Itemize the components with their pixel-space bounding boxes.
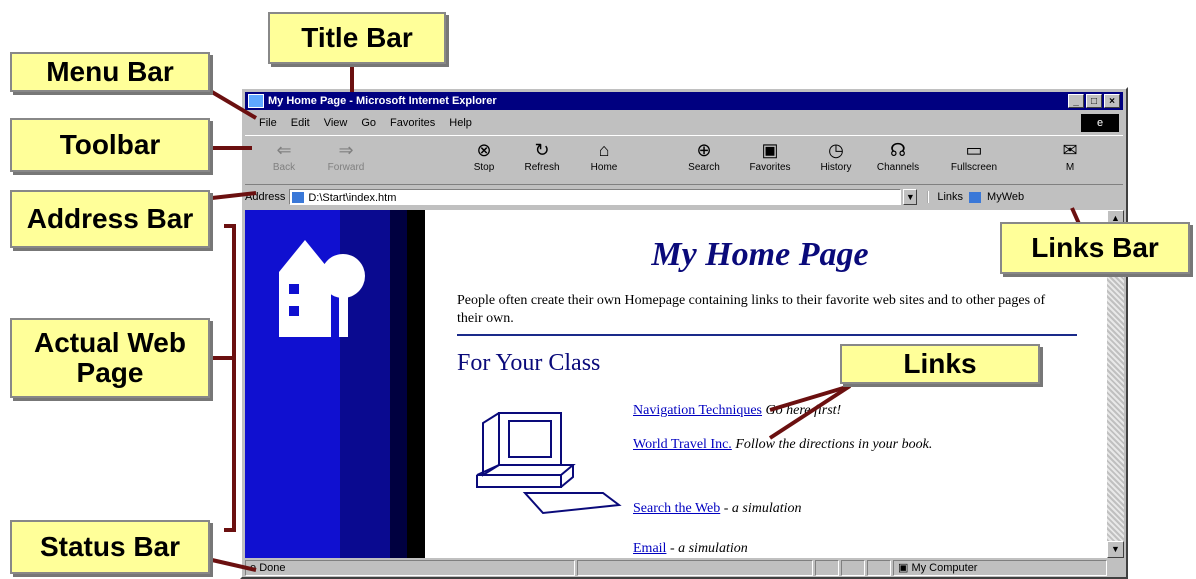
link-navigation-techniques[interactable]: Navigation Techniques [633,403,762,418]
links-item[interactable]: MyWeb [987,191,1024,203]
menu-file[interactable]: File [259,117,277,129]
item-description: Follow the directions in your book. [731,437,933,452]
toolbar-button-m[interactable]: ✉ M [1041,138,1099,182]
toolbar-button-home[interactable]: ⌂ Home [575,138,633,182]
computer-clipart-icon [476,412,622,515]
status-progress-pane [577,560,813,576]
list-item: World Travel Inc. Follow the directions … [633,436,1053,454]
menu-favorites[interactable]: Favorites [390,117,435,129]
menu-view[interactable]: View [324,117,348,129]
forward-arrow-icon: ⇒ [338,140,354,160]
toolbar-button-label: Stop [473,162,495,173]
stop-icon: ⊗ [476,140,492,160]
menu-bar: File Edit View Go Favorites Help e [245,113,1123,133]
address-input[interactable]: D:\Start\index.htm [289,189,902,205]
callout-actual-web-page: Actual Web Page [10,318,210,398]
item-description: - a simulation [720,501,802,516]
toolbar-button-label: Forward [327,162,365,173]
address-dropdown-button[interactable]: ▼ [903,189,918,205]
page-intro: People often create their own Homepage c… [457,293,1046,326]
ie-throbber-icon: e [1081,114,1119,132]
toolbar-button-label: Search [688,162,720,173]
fullscreen-icon: ▭ [965,140,983,160]
status-bar: e Done ▣ My Computer [245,560,1123,578]
toolbar-button-back[interactable]: ⇐ Back [255,138,313,182]
link-email[interactable]: Email [633,541,666,556]
toolbar-button-label: Back [272,162,296,173]
callout-links: Links [840,344,1040,384]
refresh-icon: ↻ [534,140,550,160]
toolbar-button-label: Fullscreen [950,162,998,173]
history-icon: ◷ [828,140,844,160]
page-icon [292,192,305,203]
menu-edit[interactable]: Edit [291,117,310,129]
status-text-pane: e Done [245,560,575,576]
links-label[interactable]: Links [937,191,963,203]
web-page-content: My Home Page People often create their o… [245,210,1107,558]
toolbar-button-fullscreen[interactable]: ▭ Fullscreen [945,138,1003,182]
toolbar: ⇐ Back ⇒ Forward ⊗ Stop ↻ Refresh ⌂ Home ⊕ Search ▣ F… [245,135,1123,185]
ie-status-icon: e [250,562,260,574]
status-zone: My Computer [911,562,978,574]
back-arrow-icon: ⇐ [276,140,292,160]
list-item: Email - a simulation [633,540,1053,558]
mail-icon: ✉ [1062,140,1078,160]
browser-window: My Home Page - Microsoft Internet Explor… [240,87,1128,579]
toolbar-button-label: History [820,162,852,173]
toolbar-button-channels[interactable]: ☊ Channels [869,138,927,182]
toolbar-button-search[interactable]: ⊕ Search [675,138,733,182]
address-bar: Address D:\Start\index.htm ▼ Links MyWeb [245,186,1123,208]
channels-icon: ☊ [890,140,906,160]
menu-go[interactable]: Go [361,117,376,129]
status-pane [815,560,839,576]
callout-status-bar: Status Bar [10,520,210,574]
address-label: Address [245,191,286,203]
toolbar-button-refresh[interactable]: ↻ Refresh [513,138,571,182]
status-pane [841,560,865,576]
item-description: - a simulation [666,541,748,556]
toolbar-button-label: Favorites [749,162,791,173]
search-icon: ⊕ [696,140,712,160]
callout-menu-bar: Menu Bar [10,52,210,92]
computer-icon: ▣ [898,562,912,574]
callout-toolbar: Toolbar [10,118,210,172]
item-description: Go here first! [762,403,842,418]
toolbar-button-favorites[interactable]: ▣ Favorites [741,138,799,182]
toolbar-button-stop[interactable]: ⊗ Stop [455,138,513,182]
toolbar-button-label: M [1065,162,1075,173]
minimize-button[interactable]: _ [1068,94,1084,108]
toolbar-button-label: Home [590,162,618,173]
toolbar-button-label: Refresh [524,162,560,173]
page-heading: My Home Page [651,236,869,273]
list-item: Navigation Techniques Go here first! [633,402,1053,420]
callout-links-bar: Links Bar [1000,222,1190,274]
maximize-button[interactable]: □ [1086,94,1102,108]
link-search-the-web[interactable]: Search the Web [633,501,720,516]
toolbar-button-forward[interactable]: ⇒ Forward [317,138,375,182]
links-bar: Links MyWeb [927,191,1024,203]
link-page-icon [969,191,982,203]
title-bar[interactable]: My Home Page - Microsoft Internet Explor… [245,92,1123,110]
page-sidebar [245,210,425,558]
toolbar-button-label: Channels [876,162,920,173]
callout-address-bar: Address Bar [10,190,210,248]
callout-title-bar: Title Bar [268,12,446,64]
toolbar-button-history[interactable]: ◷ History [807,138,865,182]
house-tree-icon [279,240,365,337]
menu-help[interactable]: Help [449,117,472,129]
section-heading: For Your Class [457,350,601,376]
address-value: D:\Start\index.htm [308,192,397,204]
horizontal-rule [457,334,1077,336]
list-item: Search the Web - a simulation [633,500,1053,518]
status-pane [867,560,891,576]
window-title: My Home Page - Microsoft Internet Explor… [268,95,497,107]
scroll-down-button[interactable]: ▼ [1107,541,1124,558]
favorites-icon: ▣ [761,140,779,160]
link-world-travel[interactable]: World Travel Inc. [633,437,732,452]
home-icon: ⌂ [598,140,610,160]
ie-app-icon [248,94,264,108]
close-button[interactable]: × [1104,94,1120,108]
status-text: Done [259,562,286,574]
status-zone-pane: ▣ My Computer [893,560,1107,576]
